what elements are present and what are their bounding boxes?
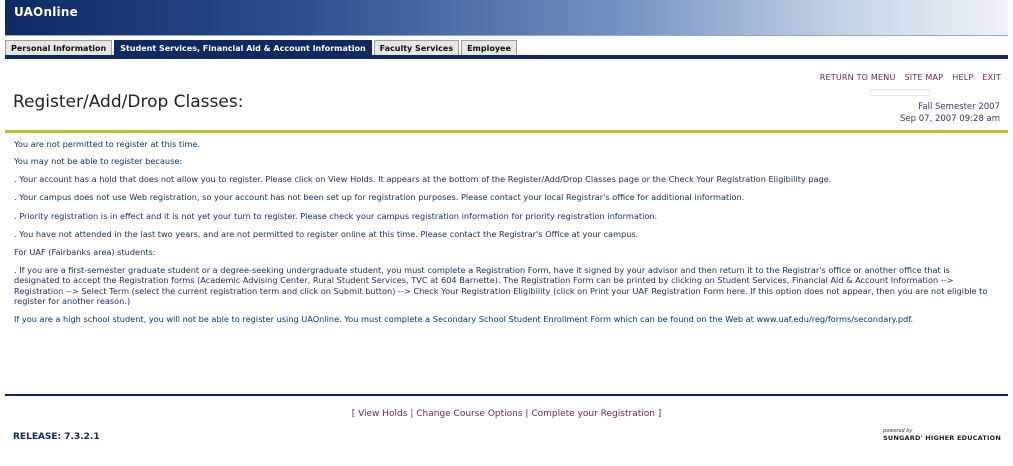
- footer-links: [ View Holds | Change Course Options | C…: [0, 409, 1013, 419]
- main-tabs: Personal Information Student Services, F…: [5, 36, 519, 55]
- tab-faculty-services[interactable]: Faculty Services: [373, 40, 460, 55]
- tab-student-services[interactable]: Student Services, Financial Aid & Accoun…: [114, 40, 372, 55]
- nav-placeholder-box: [870, 89, 930, 96]
- term-label: Fall Semester 2007: [918, 102, 1000, 112]
- sungard-brand-text: SUNGARD' HIGHER EDUCATION: [883, 434, 1001, 442]
- link-separator: |: [407, 409, 417, 419]
- page-title: Register/Add/Drop Classes:: [13, 92, 244, 112]
- complete-registration-link[interactable]: Complete your Registration: [531, 409, 655, 419]
- site-map-link[interactable]: SITE MAP: [905, 73, 944, 82]
- message-uaf-first-semester: . If you are a first-semester graduate s…: [14, 264, 988, 307]
- change-course-options-link[interactable]: Change Course Options: [416, 409, 522, 419]
- tab-underline-bar: [5, 55, 1008, 59]
- tab-personal-information[interactable]: Personal Information: [5, 40, 113, 55]
- return-to-menu-link[interactable]: RETURN TO MENU: [820, 73, 896, 82]
- message-not-permitted: You are not permitted to register at thi…: [14, 139, 201, 149]
- term-info: Fall Semester 2007 Sep 07, 2007 09:28 am: [900, 101, 1000, 125]
- message-uaf-heading: For UAF (Fairbanks area) students:: [14, 247, 156, 258]
- view-holds-link[interactable]: View Holds: [358, 409, 407, 419]
- message-reason-web-registration: . Your campus does not use Web registrat…: [14, 192, 745, 203]
- tab-employee[interactable]: Employee: [461, 40, 517, 55]
- top-navigation: RETURN TO MENU SITE MAP HELP EXIT: [820, 73, 1001, 82]
- exit-link[interactable]: EXIT: [982, 73, 1001, 82]
- message-high-school: If you are a high school student, you wi…: [14, 314, 914, 325]
- release-version: RELEASE: 7.3.2.1: [13, 432, 100, 442]
- bracket-close: ]: [654, 409, 662, 419]
- app-header-banner: UAOnline: [5, 0, 1008, 36]
- timestamp: Sep 07, 2007 09:28 am: [900, 114, 1000, 124]
- help-link[interactable]: HELP: [952, 73, 973, 82]
- registration-messages: You are not permitted to register at thi…: [14, 139, 996, 332]
- link-separator: |: [522, 409, 532, 419]
- uaonline-logo: UAOnline: [14, 5, 78, 19]
- message-reason-not-attended: . You have not attended in the last two …: [14, 229, 639, 240]
- message-reason-priority: . Priority registration is in effect and…: [14, 210, 658, 221]
- bottom-divider: [5, 394, 1008, 396]
- message-reason-hold: . Your account has a hold that does not …: [14, 173, 832, 184]
- gold-divider: [5, 130, 1008, 133]
- sungard-logo: powered by SUNGARD' HIGHER EDUCATION: [883, 428, 1001, 442]
- message-may-not-register: You may not be able to register because:: [14, 156, 183, 167]
